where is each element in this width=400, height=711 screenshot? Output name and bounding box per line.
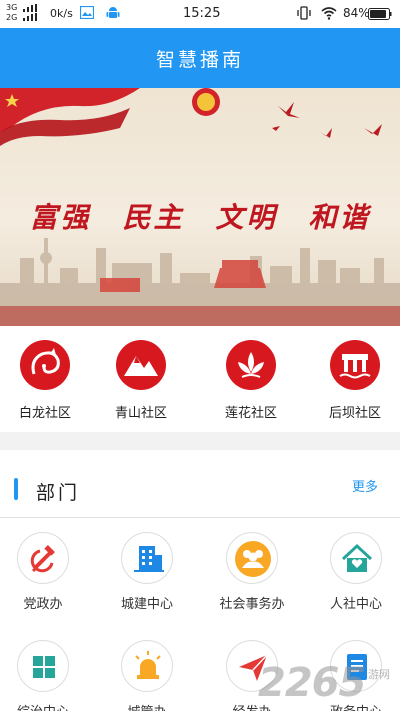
section-accent-bar (14, 478, 18, 500)
network-speed: 0k/s (50, 7, 73, 20)
community-label: 青山社区 (114, 406, 167, 421)
dept-label: 综治中心 (0, 701, 93, 711)
slogan-word: 富强 (29, 201, 92, 234)
dept-renshe[interactable]: 人社中心 (306, 532, 400, 612)
page-title: 智慧播南 (155, 49, 244, 71)
home-heart-icon (330, 532, 382, 584)
hammer-sickle-icon (17, 532, 69, 584)
signal-bars-icon (23, 4, 37, 21)
dept-label: 城管办 (97, 701, 197, 711)
battery-icon (368, 8, 392, 20)
clock: 15:25 (183, 6, 221, 21)
community-row: 白龙社区 青山社区 莲花社区 后坝社区 (0, 326, 400, 422)
wifi-icon (321, 7, 337, 20)
dept-dangzheng[interactable]: 党政办 (0, 532, 93, 612)
dept-label: 社会事务办 (219, 597, 285, 612)
people-icon (226, 532, 278, 584)
network-type: 3G 2G (6, 3, 18, 22)
dept-zongzhi[interactable]: 综治中心 (0, 640, 93, 711)
grid-icon (17, 640, 69, 692)
lotus-icon (226, 340, 276, 390)
community-baillong[interactable]: 白龙社区 (0, 340, 90, 421)
dept-shehui[interactable]: 社会事务办 (202, 532, 302, 612)
community-label: 莲花社区 (224, 406, 277, 421)
dept-label: 党政办 (23, 597, 63, 612)
community-lianhua[interactable]: 莲花社区 (206, 340, 296, 421)
community-label: 白龙社区 (18, 406, 71, 421)
community-label: 后坝社区 (328, 406, 381, 421)
building-icon (121, 532, 173, 584)
departments-header: 部门 更多 (0, 460, 400, 516)
watermark-text: 2265 (258, 660, 366, 706)
slogan-word: 和谐 (308, 201, 371, 234)
app-header: 智慧播南 (0, 28, 400, 88)
watermark-logo: 2265 游网 (258, 660, 400, 711)
watermark-sub: 游网 (368, 668, 390, 681)
dept-chengguan[interactable]: 城管办 (97, 640, 197, 711)
more-link[interactable]: 更多 (352, 476, 378, 495)
slogan-word: 文明 (215, 201, 278, 234)
vibrate-icon (297, 6, 311, 20)
slogan-word: 民主 (122, 201, 185, 234)
community-houba[interactable]: 后坝社区 (310, 340, 400, 421)
community-qingshan[interactable]: 青山社区 (96, 340, 186, 421)
dragon-icon (20, 340, 70, 390)
banner-image[interactable]: 富强 民主 文明 和谐 (0, 88, 400, 326)
android-icon (106, 7, 120, 18)
status-bar: 3G 2G 0k/s 15:25 84% (0, 0, 400, 28)
image-icon (80, 6, 94, 19)
banner-slogan: 富强 民主 文明 和谐 (0, 196, 400, 236)
dam-icon (330, 340, 380, 390)
alarm-light-icon (121, 640, 173, 692)
section-title: 部门 (36, 482, 81, 504)
battery-percent: 84% (343, 6, 370, 20)
section-divider (0, 432, 400, 450)
dept-label: 城建中心 (120, 597, 173, 612)
dept-label: 人社中心 (329, 597, 382, 612)
mountain-icon (116, 340, 166, 390)
section-rule (0, 517, 400, 518)
dept-chengjian[interactable]: 城建中心 (97, 532, 197, 612)
